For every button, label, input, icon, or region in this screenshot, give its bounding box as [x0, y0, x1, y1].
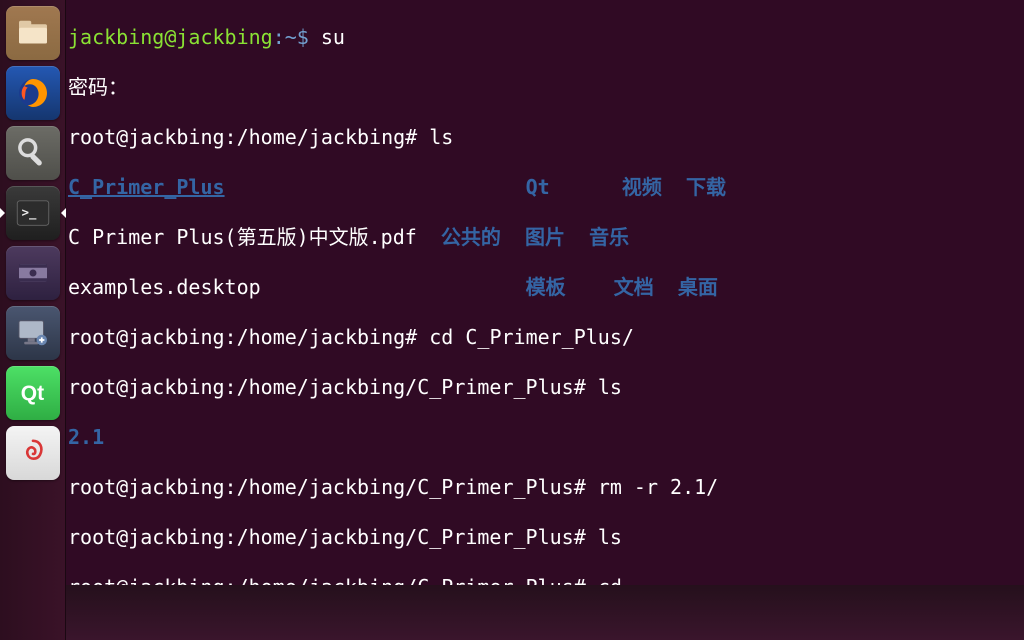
- prompt-line: jackbing@jackbing:~$ su: [68, 25, 1022, 50]
- gear-wrench-icon: [12, 132, 54, 174]
- launcher-remote-desktop[interactable]: [6, 306, 60, 360]
- command-text: ls: [598, 375, 622, 399]
- dir-entry: 图片: [525, 225, 565, 249]
- dir-entry: 桌面: [678, 275, 718, 299]
- svg-text:Qt: Qt: [20, 382, 43, 405]
- ls-row: C Primer Plus(第五版)中文版.pdf 公共的 图片 音乐: [68, 225, 1022, 250]
- file-entry: C Primer Plus(第五版)中文版.pdf: [68, 225, 417, 249]
- firefox-icon: [12, 72, 54, 114]
- prompt-path: :~$: [273, 25, 321, 49]
- command-text: ls: [429, 125, 453, 149]
- prompt-line: root@jackbing:/home/jackbing# cd C_Prime…: [68, 325, 1022, 350]
- ls-row: 2.1: [68, 425, 1022, 450]
- running-indicator-icon: [0, 208, 5, 218]
- command-text: ls: [598, 525, 622, 549]
- launcher-files[interactable]: [6, 6, 60, 60]
- root-prompt: root@jackbing:/home/jackbing/C_Primer_Pl…: [68, 575, 598, 585]
- desktop-floor: [66, 585, 1024, 640]
- file-entry: examples.desktop: [68, 275, 261, 299]
- launcher-firefox[interactable]: [6, 66, 60, 120]
- dir-entry: 模板: [526, 275, 566, 299]
- launcher-terminal[interactable]: >_: [6, 186, 60, 240]
- command-text: cd ..: [598, 575, 658, 585]
- folder-icon: [12, 12, 54, 54]
- command-text: cd C_Primer_Plus/: [429, 325, 634, 349]
- filmstrip-icon: [12, 252, 54, 294]
- root-prompt: root@jackbing:/home/jackbing/C_Primer_Pl…: [68, 375, 598, 399]
- command-text: rm -r 2.1/: [598, 475, 718, 499]
- monitor-icon: [12, 312, 54, 354]
- ls-row: C_Primer_Plus Qt 视频 下载: [68, 175, 1022, 200]
- dir-entry: 文档: [614, 275, 654, 299]
- user-host: jackbing@jackbing: [68, 25, 273, 49]
- dir-entry: 下载: [686, 175, 726, 199]
- document-spiral-icon: [12, 432, 54, 474]
- ls-row: examples.desktop 模板 文档 桌面: [68, 275, 1022, 300]
- dir-entry: 视频: [622, 175, 662, 199]
- svg-text:>_: >_: [21, 206, 36, 221]
- launcher-evince[interactable]: [6, 426, 60, 480]
- root-prompt: root@jackbing:/home/jackbing#: [68, 325, 429, 349]
- qt-icon: Qt: [12, 372, 54, 414]
- focus-indicator-icon: [61, 208, 66, 218]
- root-prompt: root@jackbing:/home/jackbing/C_Primer_Pl…: [68, 525, 598, 549]
- prompt-line: root@jackbing:/home/jackbing/C_Primer_Pl…: [68, 375, 1022, 400]
- terminal-output[interactable]: jackbing@jackbing:~$ su 密码： root@jackbin…: [66, 0, 1024, 585]
- launcher-settings[interactable]: [6, 126, 60, 180]
- prompt-line: root@jackbing:/home/jackbing/C_Primer_Pl…: [68, 475, 1022, 500]
- dir-entry: 2.1: [68, 425, 104, 449]
- launcher-qt[interactable]: Qt: [6, 366, 60, 420]
- terminal-icon: >_: [12, 192, 54, 234]
- dir-entry: 公共的: [441, 225, 501, 249]
- prompt-line: root@jackbing:/home/jackbing# ls: [68, 125, 1022, 150]
- command-text: su: [321, 25, 345, 49]
- dir-entry: C_Primer_Plus: [68, 175, 225, 199]
- password-prompt: 密码：: [68, 75, 1022, 100]
- root-prompt: root@jackbing:/home/jackbing/C_Primer_Pl…: [68, 475, 598, 499]
- prompt-line: root@jackbing:/home/jackbing/C_Primer_Pl…: [68, 575, 1022, 585]
- unity-launcher: >_ Qt: [0, 0, 66, 640]
- launcher-video[interactable]: [6, 246, 60, 300]
- root-prompt: root@jackbing:/home/jackbing#: [68, 125, 429, 149]
- dir-entry: 音乐: [589, 225, 629, 249]
- prompt-line: root@jackbing:/home/jackbing/C_Primer_Pl…: [68, 525, 1022, 550]
- dir-entry: Qt: [526, 175, 550, 199]
